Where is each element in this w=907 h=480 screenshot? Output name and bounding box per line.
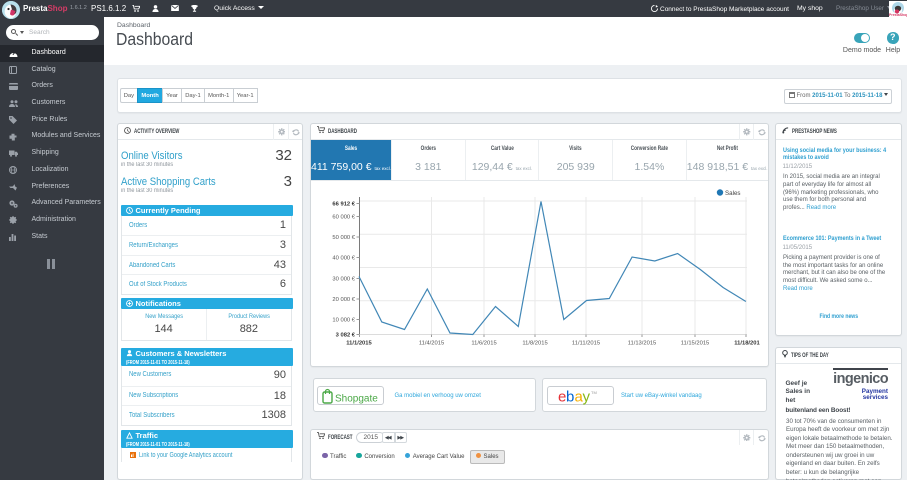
- svg-text:11/1/2015: 11/1/2015: [346, 340, 372, 346]
- svg-text:10 000 €: 10 000 €: [332, 317, 355, 323]
- svg-text:40 000 €: 40 000 €: [332, 255, 355, 261]
- svg-text:Sales: Sales: [725, 190, 740, 197]
- svg-text:y: y: [582, 388, 590, 405]
- svg-text:3 082 €: 3 082 €: [336, 332, 356, 338]
- svg-text:30 000 €: 30 000 €: [332, 276, 355, 282]
- svg-text:60 000 €: 60 000 €: [332, 214, 355, 220]
- svg-text:11/13/2015: 11/13/2015: [628, 340, 657, 346]
- svg-text:b: b: [566, 388, 574, 405]
- svg-text:Shopgate: Shopgate: [335, 393, 378, 404]
- svg-text:20 000 €: 20 000 €: [332, 297, 355, 303]
- svg-text:50 000 €: 50 000 €: [332, 235, 355, 241]
- svg-text:11/6/2015: 11/6/2015: [471, 340, 496, 346]
- svg-text:66 912 €: 66 912 €: [332, 201, 355, 207]
- svg-text:11/18/201: 11/18/201: [734, 340, 760, 346]
- svg-text:11/8/2015: 11/8/2015: [522, 340, 547, 346]
- svg-text:11/15/2015: 11/15/2015: [681, 340, 710, 346]
- svg-text:11/4/2015: 11/4/2015: [419, 340, 444, 346]
- svg-text:11/11/2015: 11/11/2015: [572, 340, 600, 346]
- svg-text:TM: TM: [591, 390, 597, 395]
